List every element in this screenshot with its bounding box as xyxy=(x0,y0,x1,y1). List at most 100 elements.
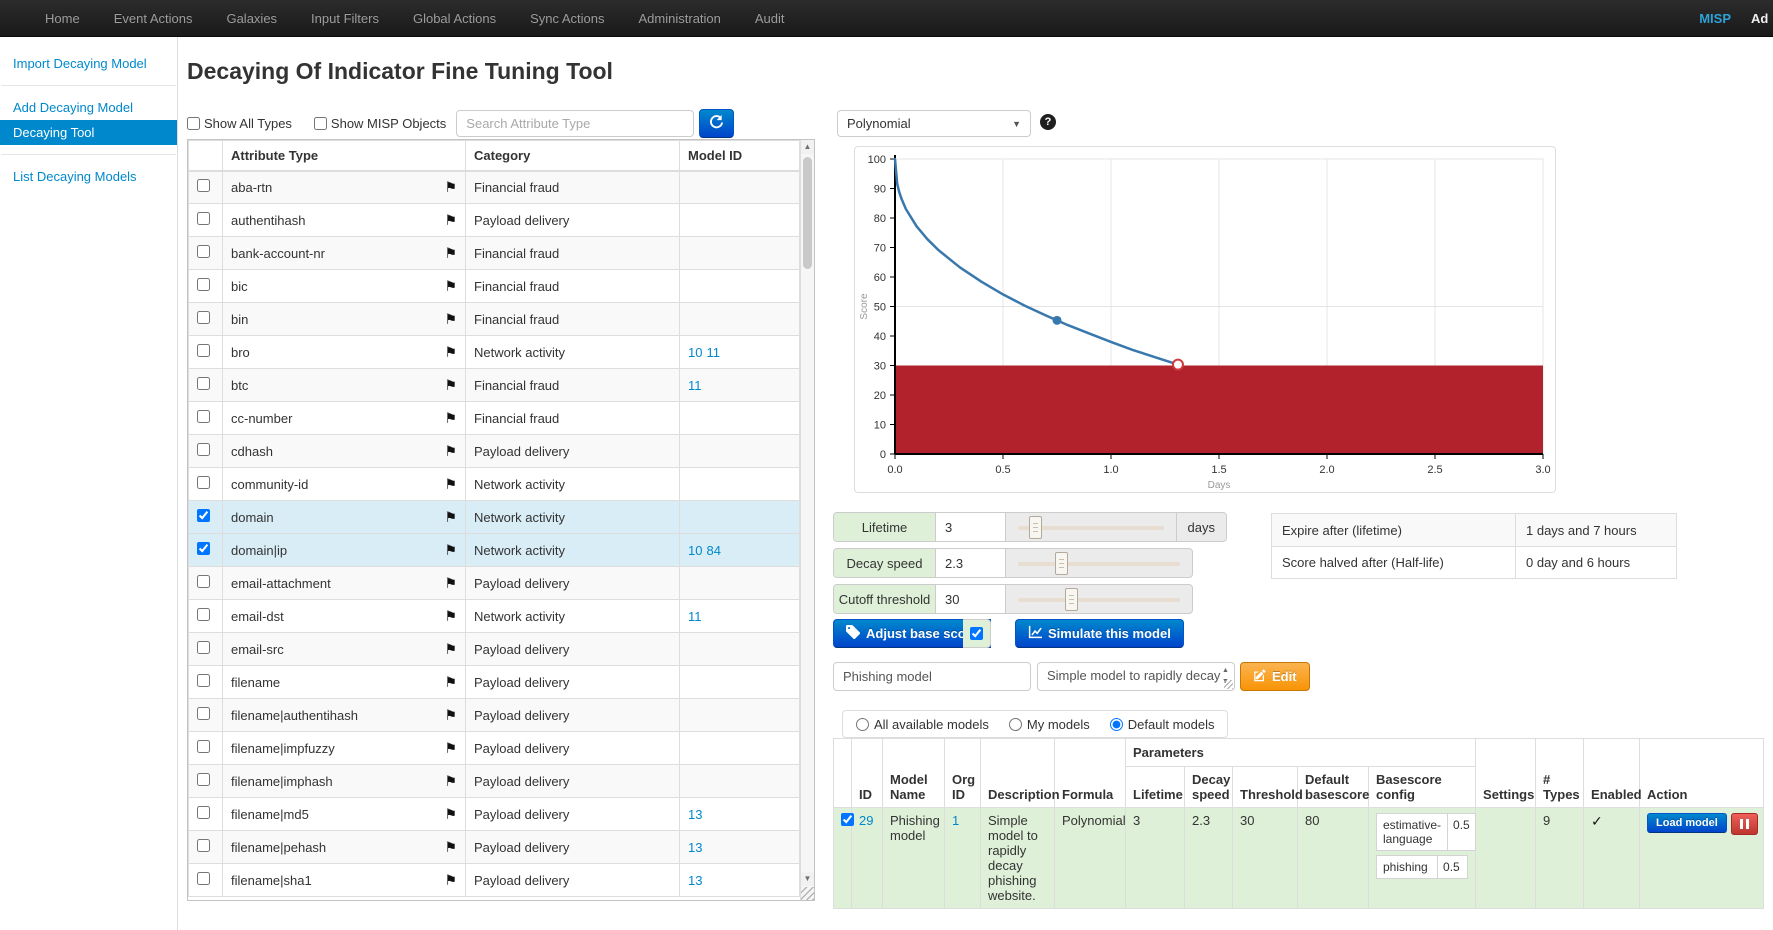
attribute-checkbox[interactable] xyxy=(197,608,210,621)
model-id-link[interactable]: 29 xyxy=(859,813,873,828)
question-circle-icon[interactable]: ? xyxy=(1040,114,1056,130)
attribute-checkbox[interactable] xyxy=(197,872,210,885)
attribute-checkbox[interactable] xyxy=(197,245,210,258)
attribute-category-cell: Network activity xyxy=(466,468,680,501)
attribute-checkbox[interactable] xyxy=(197,641,210,654)
model-id-link[interactable]: 13 xyxy=(688,840,702,855)
nav-item-input-filters[interactable]: Input Filters xyxy=(294,0,396,37)
nav-item-audit[interactable]: Audit xyxy=(738,0,802,37)
model-description-textarea[interactable]: Simple model to rapidly decay ▲▼ xyxy=(1037,662,1235,691)
decay-speed-slider[interactable] xyxy=(1018,562,1180,566)
attribute-checkbox[interactable] xyxy=(197,212,210,225)
model-id-link[interactable]: 11 xyxy=(706,345,720,360)
models-header-decay-speed: Decay speed xyxy=(1185,767,1233,808)
model-id-link[interactable]: 13 xyxy=(688,807,702,822)
attribute-model-id-cell xyxy=(680,402,800,435)
nav-item-administration[interactable]: Administration xyxy=(622,0,738,37)
cutoff-threshold-slider[interactable] xyxy=(1018,598,1180,602)
scroll-down-icon[interactable]: ▼ xyxy=(801,872,814,886)
model-id-link[interactable]: 11 xyxy=(688,378,702,393)
attribute-checkbox[interactable] xyxy=(197,839,210,852)
lifetime-value-input[interactable]: 3 xyxy=(936,513,1006,541)
model-id-link[interactable]: 84 xyxy=(706,543,720,558)
model-select-checkbox[interactable] xyxy=(841,813,854,826)
lifetime-slider-handle[interactable] xyxy=(1029,516,1042,539)
attribute-checkbox[interactable] xyxy=(197,179,210,192)
nav-item-global-actions[interactable]: Global Actions xyxy=(396,0,513,37)
attribute-table-scrollbar[interactable]: ▲ ▼ xyxy=(800,140,814,900)
model-filter-radio[interactable] xyxy=(1009,718,1022,731)
textarea-resize-icon[interactable] xyxy=(1224,680,1233,689)
formula-select[interactable]: Polynomial ▼ xyxy=(837,110,1031,137)
adjust-base-score-checkbox[interactable] xyxy=(970,627,983,640)
attribute-checkbox[interactable] xyxy=(197,443,210,456)
show-misp-objects-checkbox[interactable] xyxy=(314,117,327,130)
attribute-checkbox[interactable] xyxy=(197,344,210,357)
search-attribute-input[interactable] xyxy=(456,110,694,137)
model-id-header: Model ID xyxy=(680,141,800,171)
pause-model-button[interactable] xyxy=(1731,813,1758,835)
edit-model-button[interactable]: Edit xyxy=(1240,662,1310,691)
flag-icon: ⚑ xyxy=(444,410,457,427)
attribute-checkbox[interactable] xyxy=(197,410,210,423)
nav-admin-truncated[interactable]: Ad xyxy=(1751,11,1771,26)
decay-chart-svg[interactable]: 01020304050607080901000.00.51.01.52.02.5… xyxy=(855,147,1555,492)
model-id-link[interactable]: 11 xyxy=(688,609,702,624)
models-header-id: ID xyxy=(852,739,883,808)
model-description-text: Simple model to rapidly decay xyxy=(1047,668,1220,683)
attribute-type-cell: cc-number ⚑ xyxy=(223,402,466,435)
attribute-checkbox[interactable] xyxy=(197,575,210,588)
attribute-checkbox[interactable] xyxy=(197,740,210,753)
sidebar-item-add-decaying-model[interactable]: Add Decaying Model xyxy=(0,95,177,120)
table-row: email-attachment⚑Payload delivery xyxy=(189,567,800,600)
model-filter-radio[interactable] xyxy=(856,718,869,731)
model-filter-radio[interactable] xyxy=(1110,718,1123,731)
nav-item-sync-actions[interactable]: Sync Actions xyxy=(513,0,621,37)
decay-speed-slider-handle[interactable] xyxy=(1055,552,1068,575)
model-filter-my-models[interactable]: My models xyxy=(1009,717,1090,732)
attribute-type-cell: email-attachment⚑ xyxy=(223,567,466,600)
attribute-type-cell: filename|md5⚑ xyxy=(223,798,466,831)
attribute-checkbox[interactable] xyxy=(197,311,210,324)
model-id-link[interactable]: 10 xyxy=(688,543,702,558)
org-id-link[interactable]: 1 xyxy=(952,813,959,828)
nav-item-home[interactable]: Home xyxy=(28,0,97,37)
nav-item-event-actions[interactable]: Event Actions xyxy=(97,0,210,37)
attribute-checkbox[interactable] xyxy=(197,278,210,291)
model-id-link[interactable]: 10 xyxy=(688,345,702,360)
show-misp-objects-label[interactable]: Show MISP Objects xyxy=(331,116,446,131)
decay-speed-value-input[interactable]: 2.3 xyxy=(936,549,1006,577)
cutoff-threshold-slider-handle[interactable] xyxy=(1065,588,1078,611)
attribute-checkbox[interactable] xyxy=(197,773,210,786)
nav-item-galaxies[interactable]: Galaxies xyxy=(209,0,294,37)
model-filter-all-available-models[interactable]: All available models xyxy=(856,717,989,732)
attribute-type-cell: filename|authentihash⚑ xyxy=(223,699,466,732)
sidebar-item-import-decaying-model[interactable]: Import Decaying Model xyxy=(0,51,177,76)
show-all-types-label[interactable]: Show All Types xyxy=(204,116,292,131)
model-name-input[interactable] xyxy=(833,662,1031,691)
attribute-type-label: cc-number xyxy=(231,411,292,426)
model-filter-label: All available models xyxy=(874,717,989,732)
table-row: community-id⚑Network activity xyxy=(189,468,800,501)
misp-brand[interactable]: MISP xyxy=(1699,11,1731,26)
model-filter-default-models[interactable]: Default models xyxy=(1110,717,1215,732)
load-model-button[interactable]: Load model xyxy=(1647,813,1727,833)
attribute-checkbox[interactable] xyxy=(197,509,210,522)
reset-search-button[interactable] xyxy=(699,109,734,138)
attribute-checkbox[interactable] xyxy=(197,476,210,489)
resize-grip-icon[interactable] xyxy=(801,887,814,900)
attribute-checkbox[interactable] xyxy=(197,674,210,687)
scrollbar-thumb[interactable] xyxy=(803,157,812,269)
simulate-model-button[interactable]: Simulate this model xyxy=(1015,619,1184,648)
sidebar-item-list-decaying-models[interactable]: List Decaying Models xyxy=(0,164,177,189)
show-all-types-checkbox[interactable] xyxy=(187,117,200,130)
model-id-link[interactable]: 13 xyxy=(688,873,702,888)
table-row: domain⚑Network activity xyxy=(189,501,800,534)
attribute-checkbox[interactable] xyxy=(197,707,210,720)
attribute-checkbox[interactable] xyxy=(197,377,210,390)
attribute-checkbox[interactable] xyxy=(197,806,210,819)
cutoff-threshold-value-input[interactable]: 30 xyxy=(936,585,1006,613)
sidebar-item-decaying-tool[interactable]: Decaying Tool xyxy=(0,120,177,145)
attribute-checkbox[interactable] xyxy=(197,542,210,555)
scroll-up-icon[interactable]: ▲ xyxy=(801,140,814,154)
